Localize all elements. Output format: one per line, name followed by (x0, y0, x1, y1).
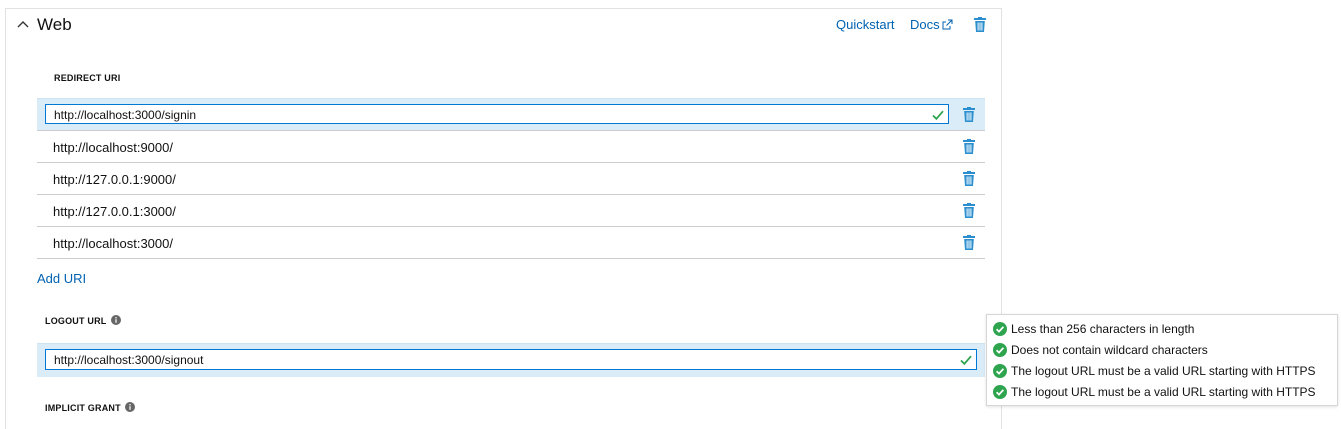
validation-text: Less than 256 characters in length (1011, 322, 1195, 336)
redirect-uri-row[interactable]: http://localhost:3000/ (37, 227, 985, 259)
redirect-uri-row[interactable]: http://localhost:9000/ (37, 131, 985, 163)
redirect-uri-row[interactable]: http://127.0.0.1:9000/ (37, 163, 985, 195)
delete-redirect-uri-trash-icon[interactable] (963, 203, 975, 218)
check-circle-icon (993, 385, 1007, 399)
check-circle-icon (993, 364, 1007, 378)
delete-redirect-uri-trash-icon[interactable] (963, 171, 975, 186)
redirect-uri-value: http://127.0.0.1:9000/ (53, 172, 176, 187)
redirect-uri-label: REDIRECT URI (54, 73, 121, 83)
implicit-grant-label-group: IMPLICIT GRANT (45, 402, 135, 413)
validation-item: The logout URL must be a valid URL start… (993, 364, 1316, 382)
add-uri-link[interactable]: Add URI (37, 271, 86, 286)
delete-redirect-uri-trash-icon[interactable] (963, 139, 975, 154)
chevron-up-icon[interactable] (15, 17, 31, 31)
check-circle-icon (993, 343, 1007, 357)
delete-redirect-uri-trash-icon[interactable] (963, 235, 975, 250)
quickstart-link[interactable]: Quickstart (836, 17, 895, 32)
checkmark-icon (960, 354, 972, 366)
docs-link[interactable]: Docs (910, 17, 953, 32)
validation-item: Less than 256 characters in length (993, 322, 1194, 340)
logout-url-label-group: LOGOUT URL (45, 315, 121, 326)
validation-text: The logout URL must be a valid URL start… (1011, 385, 1316, 399)
redirect-uri-field[interactable] (45, 104, 949, 124)
info-icon[interactable] (110, 315, 121, 325)
logout-url-field[interactable] (45, 349, 977, 370)
checkmark-icon (932, 109, 944, 121)
logout-url-label: LOGOUT URL (45, 316, 107, 326)
redirect-uri-input[interactable] (54, 107, 914, 122)
validation-text: The logout URL must be a valid URL start… (1011, 364, 1316, 378)
logout-url-input[interactable] (54, 352, 914, 367)
redirect-uri-value: http://127.0.0.1:3000/ (53, 204, 176, 219)
validation-tooltip: Less than 256 characters in length Does … (986, 314, 1338, 406)
check-circle-icon (993, 322, 1007, 336)
redirect-uri-value: http://localhost:3000/ (53, 236, 173, 251)
logout-url-row (37, 343, 985, 377)
redirect-uri-row-active (37, 98, 985, 131)
redirect-uri-value: http://localhost:9000/ (53, 140, 173, 155)
validation-text: Does not contain wildcard characters (1011, 343, 1208, 357)
info-icon[interactable] (124, 402, 135, 412)
delete-redirect-uri-trash-icon[interactable] (963, 107, 975, 122)
docs-link-label: Docs (910, 17, 940, 32)
implicit-grant-label: IMPLICIT GRANT (45, 403, 121, 413)
section-title: Web (37, 15, 72, 34)
redirect-uri-row[interactable]: http://127.0.0.1:3000/ (37, 195, 985, 227)
external-link-icon (942, 19, 953, 30)
validation-item: Does not contain wildcard characters (993, 343, 1208, 361)
validation-item: The logout URL must be a valid URL start… (993, 385, 1316, 403)
delete-platform-trash-icon[interactable] (974, 17, 986, 32)
